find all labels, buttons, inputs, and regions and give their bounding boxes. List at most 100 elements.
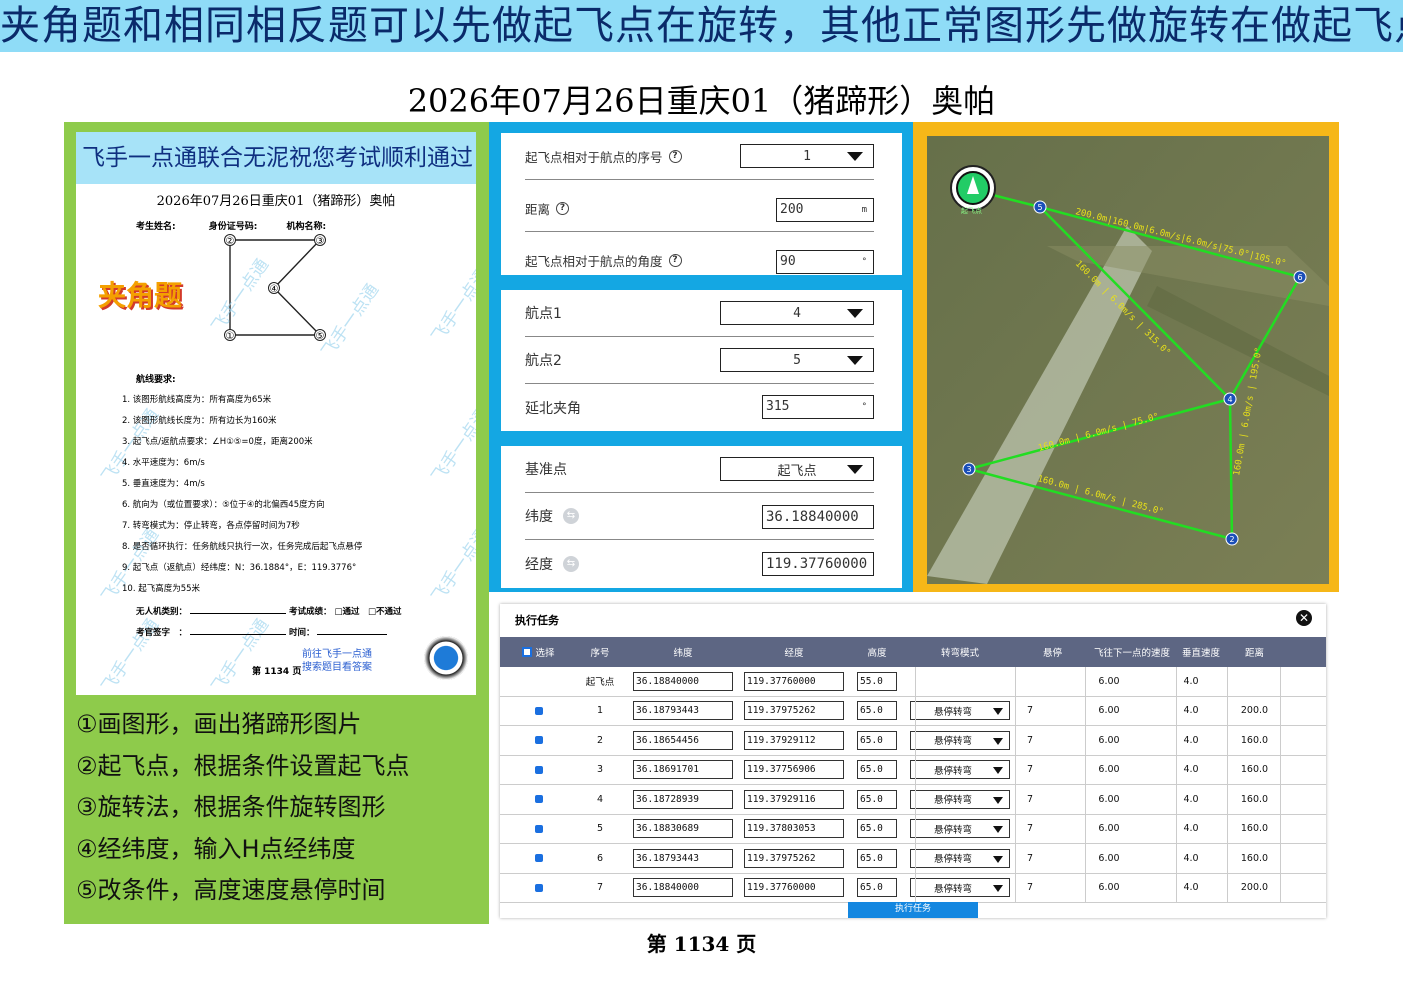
lat-input[interactable]: 36.18793443	[633, 848, 733, 868]
row-checkbox[interactable]	[516, 844, 561, 873]
cell-hover[interactable]: 7	[1025, 697, 1035, 726]
alt-input[interactable]: 65.0	[857, 701, 897, 721]
turn-mode-select[interactable]: 悬停转弯	[910, 701, 1010, 721]
lat-input[interactable]: 36.18830689	[633, 819, 733, 839]
lon-input[interactable]: 119.37803053	[744, 819, 844, 839]
cell-vspeed[interactable]: 4.0	[1176, 726, 1206, 755]
requirement-item: 5. 垂直速度为：4m/s	[122, 479, 205, 489]
help-icon[interactable]: ?	[668, 254, 682, 267]
alt-input[interactable]: 65.0	[857, 789, 897, 809]
step-item: ①画图形，画出猪蹄形图片	[76, 710, 362, 738]
north-angle-input[interactable]: 315 °	[762, 395, 874, 419]
cell-speed[interactable]: 6.00	[1088, 815, 1130, 844]
base-point-value: 起飞点	[777, 463, 817, 479]
row-checkbox[interactable]	[516, 697, 561, 726]
alt-input[interactable]: 65.0	[857, 848, 897, 868]
lon-input[interactable]: 119.37756906	[744, 760, 844, 780]
lon-input[interactable]: 119.37929112	[744, 730, 844, 750]
lon-input[interactable]: 119.37975262	[744, 701, 844, 721]
chevron-down-icon	[847, 152, 863, 161]
cell-speed[interactable]: 6.00	[1088, 844, 1130, 873]
alt-input[interactable]: 55.0	[857, 671, 897, 691]
cell-speed[interactable]: 6.00	[1088, 667, 1130, 696]
lat-input[interactable]: 36.18840000	[633, 671, 733, 691]
waypoint1-select[interactable]: 4	[720, 301, 874, 325]
row-checkbox[interactable]	[516, 756, 561, 785]
cell-alt: 65.0	[857, 756, 897, 785]
row-checkbox[interactable]	[516, 874, 561, 903]
turn-mode-select[interactable]: 悬停转弯	[910, 760, 1010, 780]
help-icon[interactable]: ?	[556, 201, 570, 215]
base-point-select[interactable]: 起飞点	[720, 457, 874, 481]
cell-hover[interactable]: 7	[1025, 726, 1035, 755]
turn-mode-select[interactable]: 悬停转弯	[910, 819, 1010, 839]
unit-label: °	[861, 402, 867, 412]
cell-hover[interactable]: 7	[1025, 756, 1035, 785]
turn-mode-select[interactable]: 悬停转弯	[910, 848, 1010, 868]
execute-task-button[interactable]: 执行任务	[848, 902, 978, 918]
cell-vspeed[interactable]: 4.0	[1176, 815, 1206, 844]
cell-vspeed[interactable]: 4.0	[1176, 785, 1206, 814]
longitude-input[interactable]: 119.37760000	[762, 552, 874, 576]
row-checkbox[interactable]	[516, 726, 561, 755]
cell-lat: 36.18691701	[633, 756, 733, 785]
cell-speed[interactable]: 6.00	[1088, 874, 1130, 903]
lon-input[interactable]: 119.37760000	[744, 878, 844, 898]
home-angle-input[interactable]: 90 °	[776, 250, 874, 274]
turn-mode-select[interactable]: 悬停转弯	[910, 878, 1010, 898]
lat-input[interactable]: 36.18793443	[633, 701, 733, 721]
cell-speed[interactable]: 6.00	[1088, 726, 1130, 755]
alt-input[interactable]: 65.0	[857, 819, 897, 839]
close-icon[interactable]: ✕	[1296, 610, 1312, 626]
top-banner: 夹角题和相同相反题可以先做起飞点在旋转，其他正常图形先做旋转在做起飞点	[0, 0, 1403, 52]
satellite-map[interactable]: 200.0m|160.0m|6.0m/s|6.0m/s|75.0°|105.0°…	[927, 136, 1329, 584]
swap-icon[interactable]: ⇆	[563, 508, 579, 524]
table-row: 5 36.18830689 119.37803053 65.0 悬停转弯 7 160.0 6.…	[500, 814, 1326, 844]
cell-hover[interactable]: 7	[1025, 874, 1035, 903]
cell-vspeed[interactable]: 4.0	[1176, 874, 1206, 903]
cell-hover[interactable]: 7	[1025, 844, 1035, 873]
row-checkbox[interactable]	[516, 785, 561, 814]
cell-speed[interactable]: 6.00	[1088, 697, 1130, 726]
lat-input[interactable]: 36.18654456	[633, 730, 733, 750]
sheet-title: 2026年07月26日重庆01（猪蹄形）奥帕	[156, 194, 396, 209]
swap-icon[interactable]: ⇆	[563, 555, 579, 572]
steps-list: ①画图形，画出猪蹄形图片 ②起飞点，根据条件设置起飞点 ③旋转法，根据条件旋转图…	[76, 704, 410, 912]
cell-seq: 4	[596, 793, 604, 805]
lat-input[interactable]: 36.18728939	[633, 789, 733, 809]
turn-mode-select[interactable]: 悬停转弯	[910, 730, 1010, 750]
waypoint2-select[interactable]: 5	[720, 348, 874, 372]
lon-input[interactable]: 119.37975262	[744, 848, 844, 868]
alt-input[interactable]: 65.0	[857, 878, 897, 898]
page-footer: 第 1134 页	[646, 932, 757, 956]
lat-input[interactable]: 36.18840000	[633, 878, 733, 898]
help-icon[interactable]: ?	[668, 149, 682, 163]
cell-vspeed[interactable]: 4.0	[1176, 697, 1206, 726]
header-select[interactable]: 选择	[516, 637, 561, 667]
field-name: 考生姓名:	[136, 222, 176, 232]
latitude-input[interactable]: 36.18840000	[762, 505, 874, 529]
map-canvas[interactable]: 200.0m|160.0m|6.0m/s|6.0m/s|75.0°|105.0°…	[927, 136, 1329, 584]
lat-input[interactable]: 36.18691701	[633, 760, 733, 780]
cell-vspeed[interactable]: 4.0	[1176, 667, 1206, 696]
cell-speed[interactable]: 6.00	[1088, 756, 1130, 785]
sheet-page-number: 第 1134 页	[252, 667, 302, 677]
table-row: 6 36.18793443 119.37975262 65.0 悬停转弯 7 160.0 6.…	[500, 844, 1326, 874]
lon-input[interactable]: 119.37760000	[744, 671, 844, 691]
cell-hover[interactable]: 7	[1025, 815, 1035, 844]
cell-lat: 36.18654456	[633, 726, 733, 755]
row-checkbox[interactable]	[516, 815, 561, 844]
drone-category-label: 无人机类别：	[136, 607, 188, 617]
cell-speed[interactable]: 6.00	[1088, 785, 1130, 814]
cell-lat: 36.18793443	[633, 697, 733, 726]
home-distance-input[interactable]: 200 m	[776, 198, 874, 222]
cell-lon: 119.37929116	[744, 785, 844, 814]
alt-input[interactable]: 65.0	[857, 760, 897, 780]
turn-mode-select[interactable]: 悬停转弯	[910, 789, 1010, 809]
cell-vspeed[interactable]: 4.0	[1176, 756, 1206, 785]
cell-hover[interactable]: 7	[1025, 785, 1035, 814]
cell-vspeed[interactable]: 4.0	[1176, 844, 1206, 873]
alt-input[interactable]: 65.0	[857, 730, 897, 750]
home-seq-select[interactable]: 1	[740, 144, 874, 168]
lon-input[interactable]: 119.37929116	[744, 789, 844, 809]
